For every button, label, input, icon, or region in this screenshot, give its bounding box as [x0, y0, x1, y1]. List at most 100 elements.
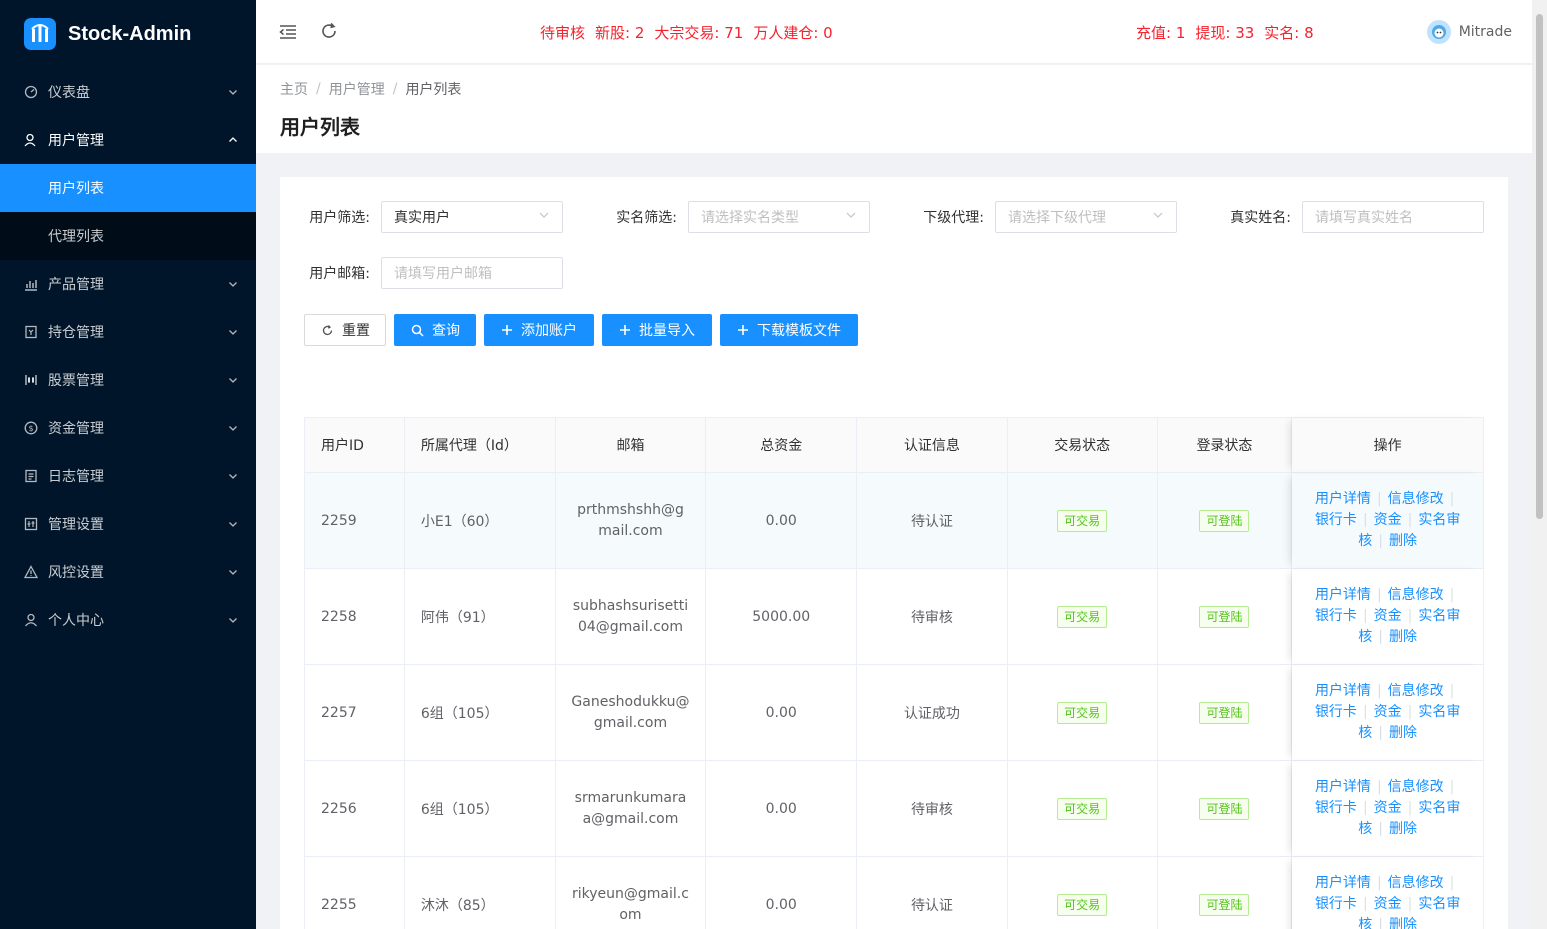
user-detail-link[interactable]: 用户详情 — [1315, 779, 1371, 795]
realname-audit-link-cont[interactable]: 核 — [1358, 821, 1372, 837]
cell-email: srmarunkumaraa@gmail.com — [574, 789, 687, 827]
funds-link[interactable]: 资金 — [1374, 704, 1402, 720]
funds-link[interactable]: 资金 — [1374, 608, 1402, 624]
menu-user-manage[interactable]: 用户管理 — [0, 116, 256, 164]
realname-audit-link-cont[interactable]: 核 — [1358, 629, 1372, 645]
svg-text:$: $ — [28, 424, 33, 433]
col-header-login-status: 登录状态 — [1158, 418, 1293, 472]
funds-link[interactable]: 资金 — [1374, 800, 1402, 816]
realname-audit-link-cont[interactable]: 核 — [1358, 533, 1372, 549]
pending-notice[interactable]: 待审核 新股: 2 大宗交易: 71 万人建仓: 0 — [540, 22, 843, 43]
logo-icon — [24, 18, 56, 50]
menu-risk[interactable]: 风控设置 — [0, 548, 256, 596]
query-button[interactable]: 查询 — [394, 314, 476, 346]
realname-audit-link[interactable]: 实名审 — [1418, 608, 1460, 624]
divider: | — [1407, 704, 1413, 720]
menu-label: 风控设置 — [48, 565, 104, 581]
breadcrumb-current: 用户列表 — [405, 82, 462, 98]
edit-info-link[interactable]: 信息修改 — [1388, 491, 1444, 507]
edit-info-link[interactable]: 信息修改 — [1388, 683, 1444, 699]
delete-link[interactable]: 删除 — [1389, 821, 1417, 837]
user-filter-select[interactable]: 真实用户 — [381, 201, 563, 233]
menu-personal[interactable]: 个人中心 — [0, 596, 256, 644]
person-icon — [24, 613, 38, 627]
divider: | — [1362, 512, 1368, 528]
bank-card-link[interactable]: 银行卡 — [1315, 512, 1357, 528]
breadcrumb-user-manage[interactable]: 用户管理 — [329, 79, 385, 99]
cell-funds: 0.00 — [706, 665, 858, 760]
add-account-button[interactable]: 添加账户 — [484, 314, 594, 346]
download-template-label: 下载模板文件 — [757, 323, 841, 339]
col-header-user-id: 用户ID — [305, 418, 405, 472]
cell-trade-status: 可交易 — [1008, 761, 1158, 856]
delete-link[interactable]: 删除 — [1389, 725, 1417, 741]
realname-audit-link[interactable]: 实名审 — [1418, 512, 1460, 528]
menu-label: 日志管理 — [48, 469, 104, 485]
bank-card-link[interactable]: 银行卡 — [1315, 800, 1357, 816]
edit-info-link[interactable]: 信息修改 — [1388, 875, 1444, 891]
edit-info-link[interactable]: 信息修改 — [1388, 587, 1444, 603]
chart-icon — [24, 277, 38, 291]
user-filter-value: 真实用户 — [394, 210, 450, 226]
refresh-icon[interactable] — [319, 21, 339, 41]
user-detail-link[interactable]: 用户详情 — [1315, 875, 1371, 891]
user-detail-link[interactable]: 用户详情 — [1315, 587, 1371, 603]
realname-audit-link[interactable]: 实名审 — [1418, 800, 1460, 816]
realname-audit-link[interactable]: 实名审 — [1418, 704, 1460, 720]
table-row: 2259 小E1（60） prthmshshh@gmail.com 0.00 待认证 可交… — [305, 473, 1483, 569]
menu-funds[interactable]: $ 资金管理 — [0, 404, 256, 452]
menu-product[interactable]: 产品管理 — [0, 260, 256, 308]
funds-link[interactable]: 资金 — [1374, 896, 1402, 912]
stock-icon — [24, 373, 38, 387]
cell-actions: 用户详情 | 信息修改 | 银行卡 | 资金 | 实名审核 | 删除 — [1292, 473, 1483, 568]
menu-log[interactable]: 日志管理 — [0, 452, 256, 500]
delete-link[interactable]: 删除 — [1389, 533, 1417, 549]
bank-card-link[interactable]: 银行卡 — [1315, 704, 1357, 720]
email-input[interactable]: 请填写用户邮箱 — [381, 257, 563, 289]
page-scrollbar[interactable] — [1532, 0, 1547, 929]
log-icon — [24, 469, 38, 483]
edit-info-link[interactable]: 信息修改 — [1388, 779, 1444, 795]
menu-label: 管理设置 — [48, 517, 104, 533]
logo[interactable]: Stock-Admin — [0, 0, 256, 68]
menu-fold-icon[interactable] — [278, 22, 298, 42]
user-detail-link[interactable]: 用户详情 — [1315, 491, 1371, 507]
bank-card-link[interactable]: 银行卡 — [1315, 608, 1357, 624]
realname-audit-link[interactable]: 实名审 — [1418, 896, 1460, 912]
col-header-actions: 操作 — [1292, 418, 1483, 472]
delete-link[interactable]: 删除 — [1389, 629, 1417, 645]
download-template-button[interactable]: 下载模板文件 — [720, 314, 858, 346]
email-filter-label: 用户邮箱: — [309, 266, 370, 282]
menu-position[interactable]: 持仓管理 — [0, 308, 256, 356]
realname-audit-link-cont[interactable]: 核 — [1358, 725, 1372, 741]
dashboard-icon — [24, 85, 38, 99]
chevron-down-icon — [228, 615, 238, 625]
user-menu[interactable]: Mitrade — [1426, 20, 1512, 44]
realname-audit-link-cont[interactable]: 核 — [1358, 917, 1372, 929]
scrollbar-thumb[interactable] — [1536, 14, 1543, 519]
realname-filter-select[interactable]: 请选择实名类型 — [688, 201, 870, 233]
reset-button[interactable]: 重置 — [304, 314, 386, 346]
breadcrumb-home[interactable]: 主页 — [280, 79, 308, 99]
position-icon — [24, 325, 38, 339]
user-table: 用户ID 所属代理（Id） 邮箱 总资金 认证信息 交易状态 登录状态 操作 2… — [304, 417, 1484, 929]
bank-card-link[interactable]: 银行卡 — [1315, 896, 1357, 912]
real-name-input[interactable]: 请填写真实姓名 — [1302, 201, 1484, 233]
delete-link[interactable]: 删除 — [1389, 917, 1417, 929]
menu-admin-settings[interactable]: 管理设置 — [0, 500, 256, 548]
chevron-down-icon — [228, 567, 238, 577]
money-icon: $ — [24, 421, 38, 435]
sidebar-item-agent-list[interactable]: 代理列表 — [0, 212, 256, 260]
funds-link[interactable]: 资金 — [1374, 512, 1402, 528]
user-detail-link[interactable]: 用户详情 — [1315, 683, 1371, 699]
sidebar-item-user-list[interactable]: 用户列表 — [0, 164, 256, 212]
batch-import-button[interactable]: 批量导入 — [602, 314, 712, 346]
menu-dashboard[interactable]: 仪表盘 — [0, 68, 256, 116]
finance-notice[interactable]: 充值: 1 提现: 33 实名: 8 — [1136, 22, 1324, 43]
agent-filter-select[interactable]: 请选择下级代理 — [995, 201, 1177, 233]
cell-user-id: 2255 — [305, 857, 405, 929]
menu-stock[interactable]: 股票管理 — [0, 356, 256, 404]
chevron-down-icon — [228, 519, 238, 529]
warning-icon — [24, 565, 38, 579]
row-actions: 用户详情 | 信息修改 | 银行卡 | 资金 | 实名审核 | 删除 — [1308, 777, 1468, 840]
